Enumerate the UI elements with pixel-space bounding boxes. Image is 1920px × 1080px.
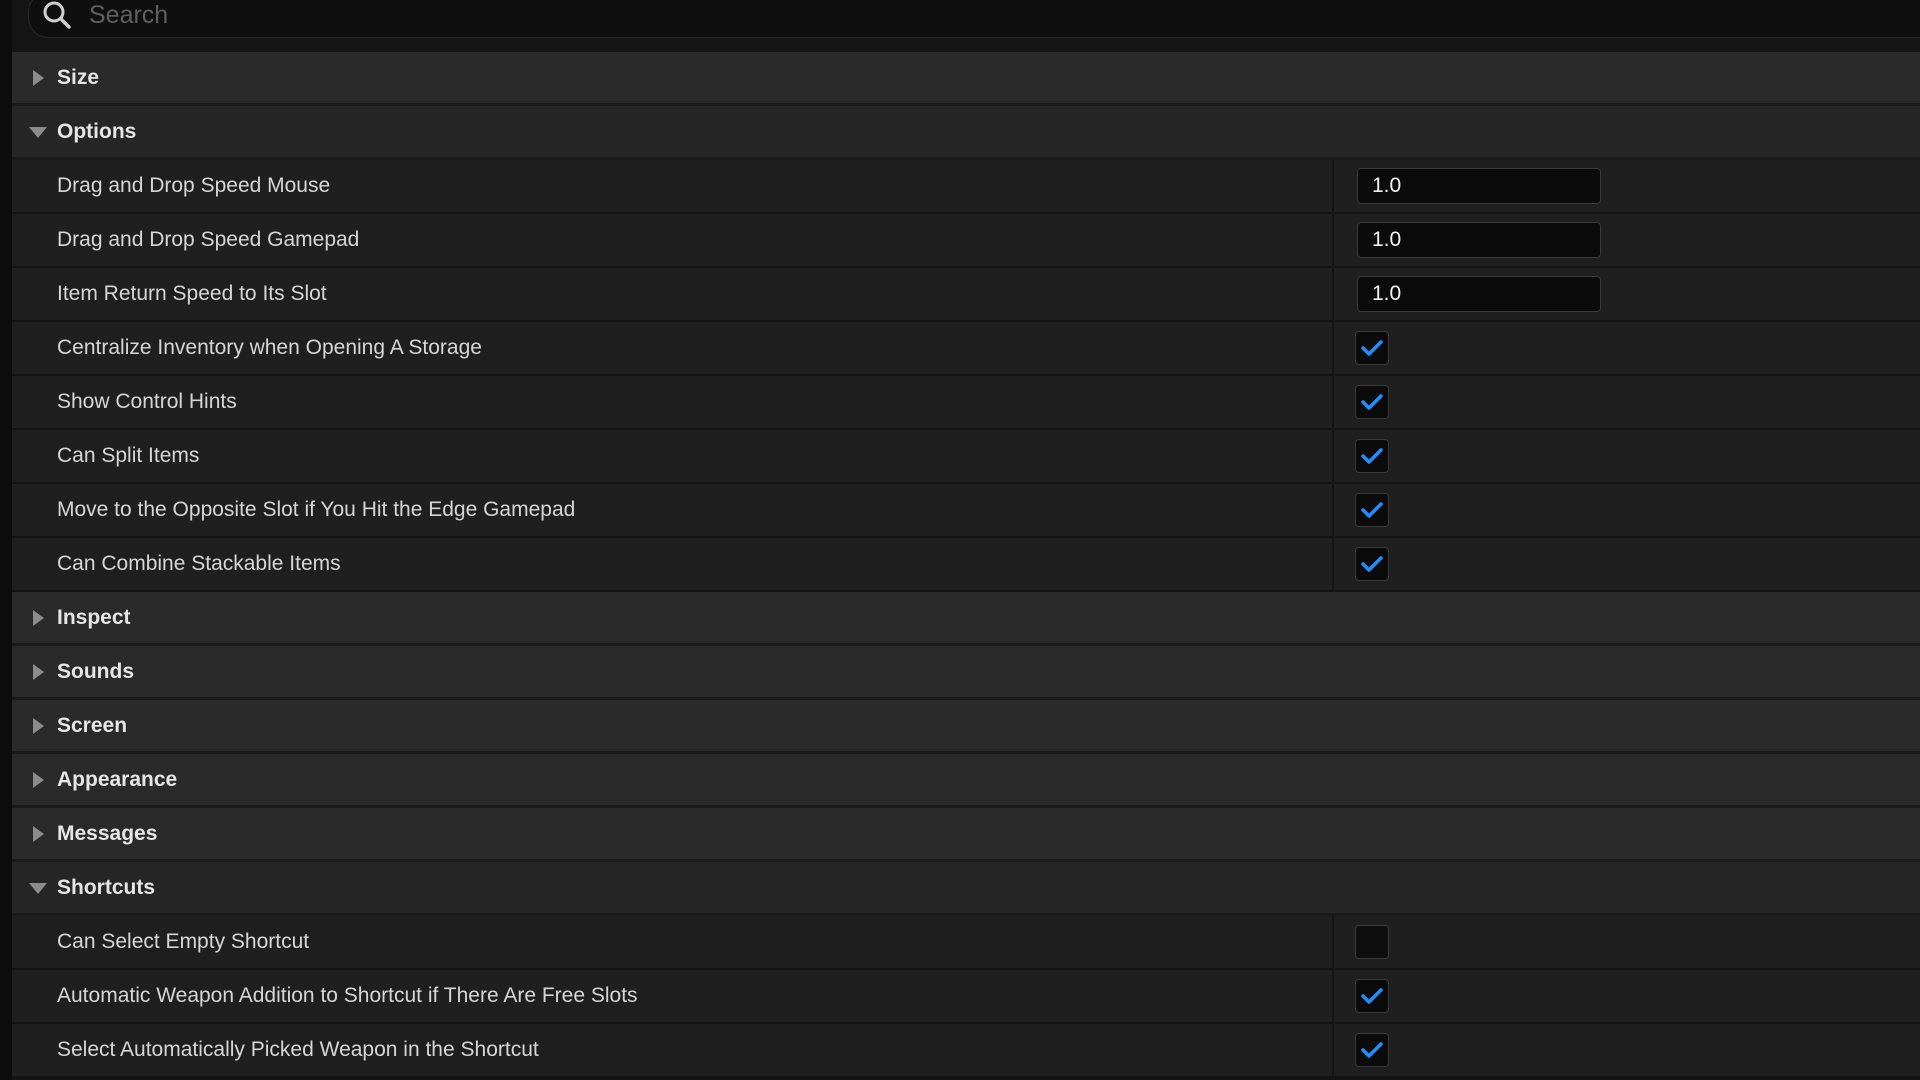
can-split-items-checkbox[interactable] xyxy=(1355,439,1389,473)
property-row: Item Return Speed to Its Slot 1.0 xyxy=(12,268,1920,322)
category-label: Shortcuts xyxy=(57,875,156,899)
column-splitter[interactable] xyxy=(1332,376,1334,428)
chevron-right-icon[interactable] xyxy=(26,646,50,697)
chevron-right-icon[interactable] xyxy=(26,754,50,805)
drag-drop-speed-gamepad-input[interactable]: 1.0 xyxy=(1357,222,1601,258)
can-select-empty-shortcut-checkbox[interactable] xyxy=(1355,925,1389,959)
property-label: Select Automatically Picked Weapon in th… xyxy=(57,1038,539,1061)
property-row: Can Split Items xyxy=(12,430,1920,484)
checkmark-icon xyxy=(1361,988,1383,1004)
checkmark-icon xyxy=(1361,448,1383,464)
property-row: Centralize Inventory when Opening A Stor… xyxy=(12,322,1920,376)
drag-drop-speed-mouse-input[interactable]: 1.0 xyxy=(1357,168,1601,204)
automatic-weapon-addition-checkbox[interactable] xyxy=(1355,979,1389,1013)
select-picked-weapon-checkbox[interactable] xyxy=(1355,1033,1389,1067)
chevron-right-icon[interactable] xyxy=(26,700,50,751)
details-panel-root: Search Size Options Drag and Drop Speed … xyxy=(0,0,1920,1080)
category-label: Messages xyxy=(57,821,158,845)
category-label: Appearance xyxy=(57,767,178,791)
checkmark-icon xyxy=(1361,502,1383,518)
property-label: Drag and Drop Speed Mouse xyxy=(57,174,331,197)
category-screen[interactable]: Screen xyxy=(12,700,1920,754)
property-row: Automatic Weapon Addition to Shortcut if… xyxy=(12,970,1920,1024)
checkmark-icon xyxy=(1361,340,1383,356)
property-label: Automatic Weapon Addition to Shortcut if… xyxy=(57,984,638,1007)
property-label: Centralize Inventory when Opening A Stor… xyxy=(57,336,482,359)
property-row: Drag and Drop Speed Mouse 1.0 xyxy=(12,160,1920,214)
property-row: Can Select Empty Shortcut xyxy=(12,916,1920,970)
column-splitter[interactable] xyxy=(1332,484,1334,536)
centralize-inventory-checkbox[interactable] xyxy=(1355,331,1389,365)
column-splitter[interactable] xyxy=(1332,160,1334,212)
chevron-right-icon[interactable] xyxy=(26,808,50,859)
checkmark-icon xyxy=(1361,1042,1383,1058)
search-bar[interactable]: Search xyxy=(28,0,1920,38)
left-edge xyxy=(0,0,12,1080)
property-row: Move to the Opposite Slot if You Hit the… xyxy=(12,484,1920,538)
category-label: Screen xyxy=(57,713,128,737)
property-list: Size Options Drag and Drop Speed Mouse 1… xyxy=(12,52,1920,1078)
column-splitter[interactable] xyxy=(1332,916,1334,968)
column-splitter[interactable] xyxy=(1332,538,1334,590)
property-label: Move to the Opposite Slot if You Hit the… xyxy=(57,498,576,521)
column-splitter[interactable] xyxy=(1332,322,1334,374)
show-control-hints-checkbox[interactable] xyxy=(1355,385,1389,419)
chevron-right-icon[interactable] xyxy=(26,592,50,643)
property-label: Can Combine Stackable Items xyxy=(57,552,341,575)
property-label: Can Split Items xyxy=(57,444,200,467)
category-inspect[interactable]: Inspect xyxy=(12,592,1920,646)
category-sounds[interactable]: Sounds xyxy=(12,646,1920,700)
category-options[interactable]: Options xyxy=(12,106,1920,160)
property-row: Drag and Drop Speed Gamepad 1.0 xyxy=(12,214,1920,268)
column-splitter[interactable] xyxy=(1332,970,1334,1022)
property-row: Can Combine Stackable Items xyxy=(12,538,1920,592)
column-splitter[interactable] xyxy=(1332,268,1334,320)
property-label: Can Select Empty Shortcut xyxy=(57,930,310,953)
chevron-down-icon[interactable] xyxy=(26,106,50,157)
property-row: Select Automatically Picked Weapon in th… xyxy=(12,1024,1920,1078)
category-appearance[interactable]: Appearance xyxy=(12,754,1920,808)
move-opposite-slot-checkbox[interactable] xyxy=(1355,493,1389,527)
category-label: Inspect xyxy=(57,605,131,629)
category-label: Size xyxy=(57,65,100,89)
category-label: Sounds xyxy=(57,659,134,683)
column-splitter[interactable] xyxy=(1332,430,1334,482)
category-shortcuts[interactable]: Shortcuts xyxy=(12,862,1920,916)
property-row: Show Control Hints xyxy=(12,376,1920,430)
category-label: Options xyxy=(57,119,137,143)
property-label: Item Return Speed to Its Slot xyxy=(57,282,327,305)
property-label: Show Control Hints xyxy=(57,390,237,413)
category-size[interactable]: Size xyxy=(12,52,1920,106)
chevron-down-icon[interactable] xyxy=(26,862,50,913)
search-icon xyxy=(37,0,77,35)
column-splitter[interactable] xyxy=(1332,214,1334,266)
category-messages[interactable]: Messages xyxy=(12,808,1920,862)
column-splitter[interactable] xyxy=(1332,1024,1334,1076)
property-label: Drag and Drop Speed Gamepad xyxy=(57,228,360,251)
chevron-right-icon[interactable] xyxy=(26,52,50,103)
checkmark-icon xyxy=(1361,394,1383,410)
search-input[interactable]: Search xyxy=(89,1,168,30)
can-combine-stackable-checkbox[interactable] xyxy=(1355,547,1389,581)
item-return-speed-input[interactable]: 1.0 xyxy=(1357,276,1601,312)
checkmark-icon xyxy=(1361,556,1383,572)
